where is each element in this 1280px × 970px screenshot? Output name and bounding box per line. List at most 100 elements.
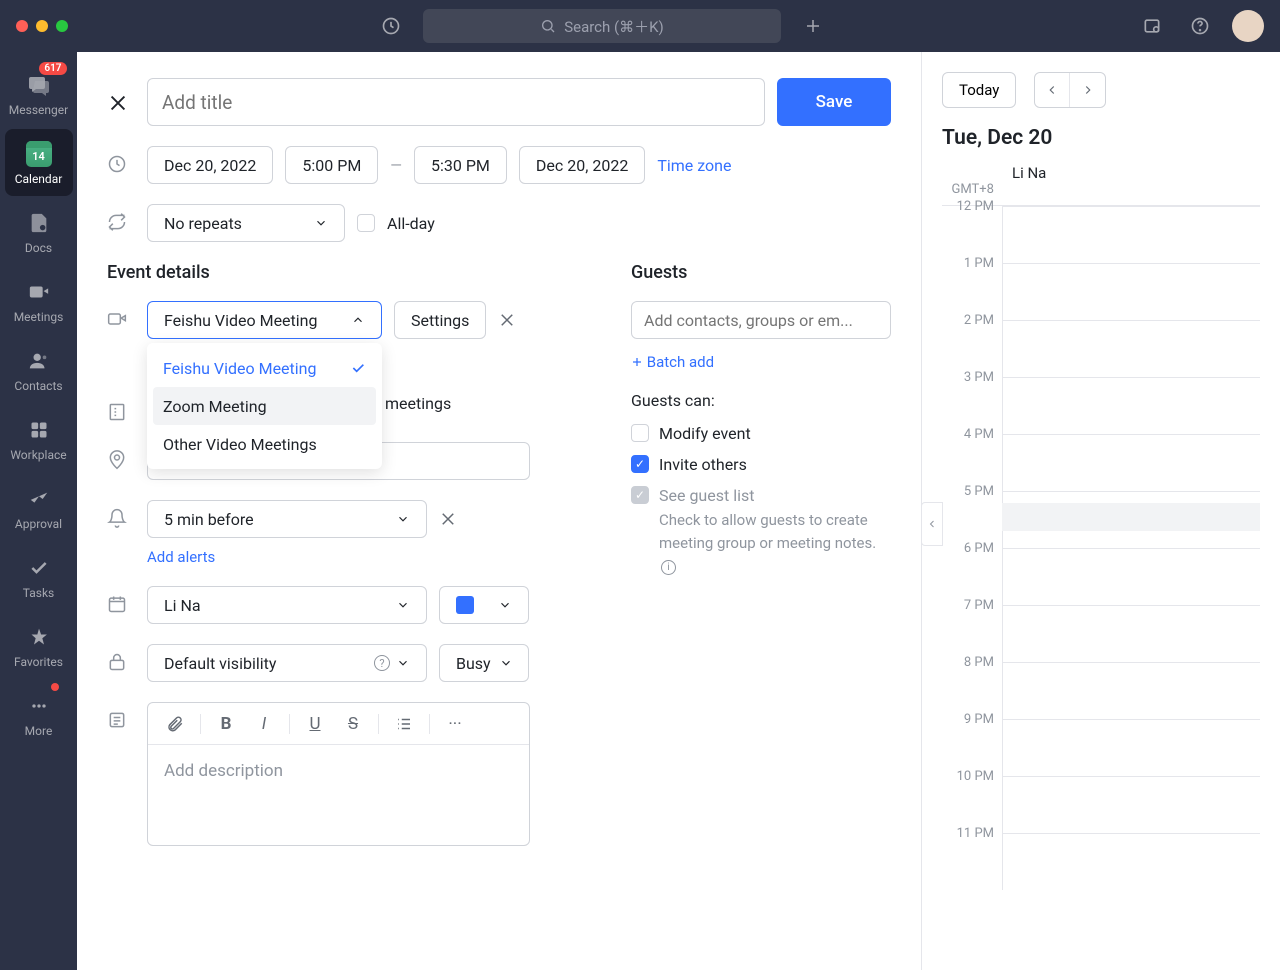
hour-label: 4 PM xyxy=(942,427,1002,484)
description-editor: B I U S ··· Add des xyxy=(147,702,530,846)
sidebar-item-favorites[interactable]: Favorites xyxy=(5,612,73,679)
sidebar-item-workplace[interactable]: Workplace xyxy=(5,405,73,472)
prev-day-button[interactable] xyxy=(1035,73,1070,107)
hour-cell[interactable] xyxy=(1002,377,1260,434)
hour-cell[interactable] xyxy=(1002,320,1260,377)
calendar-hours[interactable]: 12 PM1 PM2 PM3 PM4 PM5 PM6 PM7 PM8 PM9 P… xyxy=(942,206,1260,890)
more-notification-dot xyxy=(51,683,59,691)
hour-label: 5 PM xyxy=(942,484,1002,541)
search-placeholder: Search (⌘＋K) xyxy=(564,16,664,37)
favorites-icon xyxy=(25,623,53,651)
attach-button[interactable] xyxy=(158,709,192,739)
contacts-icon xyxy=(25,347,53,375)
description-textarea[interactable]: Add description xyxy=(148,745,529,845)
hour-label: 3 PM xyxy=(942,370,1002,427)
invite-others-checkbox[interactable]: ✓ xyxy=(631,455,649,473)
sidebar-item-tasks[interactable]: Tasks xyxy=(5,543,73,610)
list-button[interactable] xyxy=(387,709,421,739)
more-icon xyxy=(25,692,53,720)
video-option-zoom[interactable]: Zoom Meeting xyxy=(153,387,376,425)
hour-cell[interactable] xyxy=(1002,206,1260,263)
timezone-link[interactable]: Time zone xyxy=(657,156,731,175)
modify-event-checkbox[interactable] xyxy=(631,424,649,442)
sidebar: 617 Messenger 14 Calendar Docs Meetings … xyxy=(0,52,77,970)
hour-cell[interactable] xyxy=(1002,833,1260,890)
sidebar-item-approval[interactable]: Approval xyxy=(5,474,73,541)
user-avatar[interactable] xyxy=(1232,10,1264,42)
chevron-down-icon xyxy=(396,656,410,670)
description-icon xyxy=(107,710,127,730)
reminder-select[interactable]: 5 min before xyxy=(147,500,427,538)
remove-video-icon[interactable] xyxy=(498,311,516,329)
sidebar-item-calendar[interactable]: 14 Calendar xyxy=(5,129,73,196)
end-time-picker[interactable]: 5:30 PM xyxy=(414,146,507,184)
search-icon xyxy=(540,18,556,34)
guests-input[interactable] xyxy=(631,301,891,339)
strike-button[interactable]: S xyxy=(336,709,370,739)
video-option-other[interactable]: Other Video Meetings xyxy=(153,425,376,463)
workplace-icon xyxy=(25,416,53,444)
calendar-person: Li Na xyxy=(1002,164,1260,197)
calendar-select[interactable]: Li Na xyxy=(147,586,427,624)
video-option-feishu[interactable]: Feishu Video Meeting xyxy=(153,349,376,387)
invite-others-label: Invite others xyxy=(659,455,747,474)
remove-reminder-icon[interactable] xyxy=(439,510,457,528)
hour-cell[interactable] xyxy=(1002,776,1260,833)
window-controls xyxy=(16,20,68,32)
video-settings-button[interactable]: Settings xyxy=(394,301,486,339)
start-time-picker[interactable]: 5:00 PM xyxy=(285,146,378,184)
end-date-picker[interactable]: Dec 20, 2022 xyxy=(519,146,645,184)
global-search[interactable]: Search (⌘＋K) xyxy=(423,9,781,43)
hour-cell[interactable] xyxy=(1002,605,1260,662)
sidebar-item-messenger[interactable]: 617 Messenger xyxy=(5,60,73,127)
italic-button[interactable]: I xyxy=(247,709,281,739)
sidebar-item-contacts[interactable]: Contacts xyxy=(5,336,73,403)
next-day-button[interactable] xyxy=(1070,73,1105,107)
see-guest-list-checkbox[interactable]: ✓ xyxy=(631,486,649,504)
hour-label: 11 PM xyxy=(942,826,1002,883)
hour-label: 6 PM xyxy=(942,541,1002,598)
start-date-picker[interactable]: Dec 20, 2022 xyxy=(147,146,273,184)
history-icon[interactable] xyxy=(375,10,407,42)
today-button[interactable]: Today xyxy=(942,72,1016,108)
event-title-input[interactable] xyxy=(147,78,765,126)
color-select[interactable] xyxy=(439,586,529,624)
check-icon xyxy=(350,360,366,376)
visibility-select[interactable]: Default visibility ? xyxy=(147,644,427,682)
notification-icon[interactable] xyxy=(1136,10,1168,42)
video-icon xyxy=(107,309,127,329)
more-format-button[interactable]: ··· xyxy=(438,709,472,739)
hour-cell[interactable] xyxy=(1002,434,1260,491)
close-window[interactable] xyxy=(16,20,28,32)
sidebar-item-meetings[interactable]: Meetings xyxy=(5,267,73,334)
help-icon[interactable] xyxy=(1184,10,1216,42)
close-icon[interactable] xyxy=(107,92,129,114)
add-icon[interactable] xyxy=(797,10,829,42)
all-day-checkbox[interactable] xyxy=(357,214,375,232)
collapse-panel-button[interactable] xyxy=(921,502,943,546)
add-alerts-link[interactable]: Add alerts xyxy=(147,548,215,566)
batch-add-link[interactable]: Batch add xyxy=(631,353,714,371)
underline-button[interactable]: U xyxy=(298,709,332,739)
see-guest-list-hint: Check to allow guests to create meeting … xyxy=(659,509,891,577)
maximize-window[interactable] xyxy=(56,20,68,32)
modify-event-label: Modify event xyxy=(659,424,751,443)
hour-cell[interactable] xyxy=(1002,548,1260,605)
calendar-field-icon xyxy=(107,594,127,614)
chevron-down-icon xyxy=(396,598,410,612)
titlebar: Search (⌘＋K) xyxy=(0,0,1280,52)
sidebar-item-more[interactable]: More xyxy=(5,681,73,748)
busy-select[interactable]: Busy xyxy=(439,644,529,682)
sidebar-item-docs[interactable]: Docs xyxy=(5,198,73,265)
visibility-help-icon: ? xyxy=(374,655,390,671)
hour-cell[interactable] xyxy=(1002,719,1260,776)
video-meeting-select[interactable]: Feishu Video Meeting xyxy=(147,301,382,339)
repeat-select[interactable]: No repeats xyxy=(147,204,345,242)
minimize-window[interactable] xyxy=(36,20,48,32)
event-details-heading: Event details xyxy=(107,262,591,283)
hour-cell[interactable] xyxy=(1002,662,1260,719)
event-slot[interactable] xyxy=(1002,503,1260,531)
save-button[interactable]: Save xyxy=(777,78,891,126)
hour-cell[interactable] xyxy=(1002,263,1260,320)
bold-button[interactable]: B xyxy=(209,709,243,739)
